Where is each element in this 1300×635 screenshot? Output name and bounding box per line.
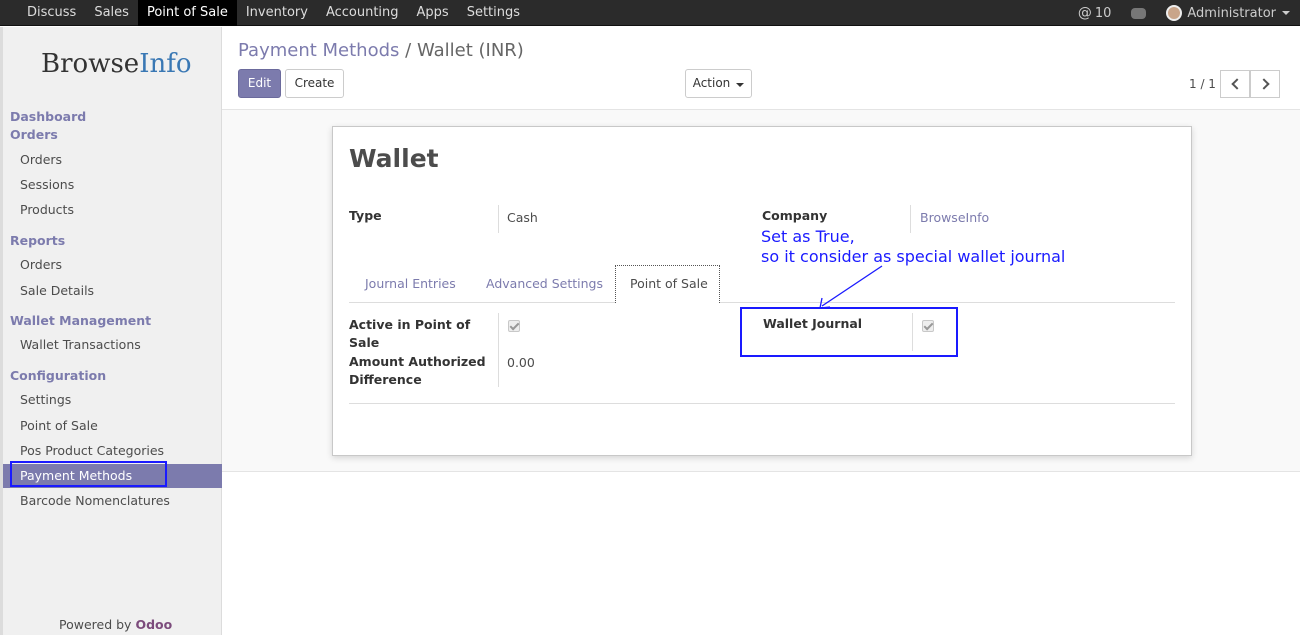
sidebar-section-orders[interactable]: Orders [10, 127, 58, 142]
sidebar-item-products[interactable]: Products [20, 202, 74, 217]
user-name: Administrator [1187, 5, 1276, 21]
chevron-left-icon [1231, 78, 1243, 90]
mentions-button[interactable]: @ 10 [1068, 0, 1122, 26]
menu-apps[interactable]: Apps [408, 0, 458, 26]
form-sheet [332, 126, 1192, 456]
sidebar-item-sessions[interactable]: Sessions [20, 177, 74, 192]
sidebar-section-reports[interactable]: Reports [10, 233, 65, 248]
divider [498, 313, 499, 387]
menu-accounting[interactable]: Accounting [317, 0, 408, 26]
sidebar-item-wallet-transactions[interactable]: Wallet Transactions [20, 337, 141, 352]
pager-next-button[interactable] [1250, 70, 1280, 98]
divider [349, 403, 1175, 404]
menu-sales[interactable]: Sales [85, 0, 138, 26]
avatar [1166, 5, 1183, 21]
type-label: Type [349, 208, 382, 223]
tab-label: Point of Sale [630, 276, 708, 291]
menu-inventory[interactable]: Inventory [237, 0, 317, 26]
highlight-box-sidebar [10, 461, 167, 487]
user-menu[interactable]: Administrator [1156, 0, 1300, 26]
sidebar-item-report-orders[interactable]: Orders [20, 257, 62, 272]
sidebar-item-sale-details[interactable]: Sale Details [20, 283, 94, 298]
active-pos-label: Active in Point of Sale [349, 317, 471, 350]
menu-point-of-sale[interactable]: Point of Sale [137, 0, 237, 26]
edit-button[interactable]: Edit [238, 69, 281, 98]
menu-discuss[interactable]: Discuss [18, 0, 85, 26]
sidebar-section-configuration[interactable]: Configuration [10, 368, 106, 383]
create-button[interactable]: Create [285, 69, 344, 98]
record-title: Wallet [349, 144, 439, 173]
menu-settings[interactable]: Settings [458, 0, 529, 26]
sidebar-item-barcode[interactable]: Barcode Nomenclatures [20, 493, 170, 508]
logo: BrowseInfo [41, 49, 192, 79]
powered-by: Powered by Odoo [59, 617, 173, 632]
systray: @ 10 Administrator [1068, 0, 1300, 26]
chevron-down-icon [1282, 11, 1290, 15]
sidebar-item-settings[interactable]: Settings [20, 392, 71, 407]
amount-difference-value: 0.00 [507, 355, 535, 370]
company-label: Company [762, 208, 828, 223]
mentions-count: 10 [1094, 5, 1112, 21]
breadcrumb: Payment Methods / Wallet (INR) [238, 40, 524, 61]
at-icon: @ [1077, 5, 1092, 21]
sidebar-item-pos-categories[interactable]: Pos Product Categories [20, 443, 164, 458]
active-pos-checkbox[interactable] [508, 320, 520, 332]
tabs-underline [349, 302, 1175, 303]
sidebar-item-point-of-sale[interactable]: Point of Sale [20, 418, 98, 433]
odoo-link[interactable]: Odoo [135, 617, 172, 632]
action-button[interactable]: Action [685, 69, 752, 98]
tab-journal-entries[interactable]: Journal Entries [365, 276, 456, 291]
tab-point-of-sale[interactable]: Point of Sale [615, 265, 720, 303]
pager-previous-button[interactable] [1220, 70, 1250, 98]
sidebar-section-dashboard[interactable]: Dashboard [10, 109, 86, 124]
top-navbar: Discuss Sales Point of Sale Inventory Ac… [0, 0, 1300, 26]
breadcrumb-payment-methods[interactable]: Payment Methods [238, 40, 399, 61]
chevron-down-icon [736, 83, 745, 87]
breadcrumb-separator: / [405, 40, 412, 61]
chat-button[interactable] [1121, 0, 1156, 26]
divider [498, 205, 499, 233]
highlight-box-wallet-journal [740, 307, 958, 357]
breadcrumb-current: Wallet (INR) [416, 40, 524, 61]
annotation-text: Set as True, so it consider as special w… [761, 227, 1066, 266]
sidebar-section-wallet[interactable]: Wallet Management [10, 313, 151, 328]
type-value: Cash [507, 210, 538, 225]
company-link[interactable]: BrowseInfo [920, 210, 989, 225]
tab-advanced-settings[interactable]: Advanced Settings [486, 276, 603, 291]
pager-value: 1 / 1 [1189, 77, 1216, 91]
amount-difference-label: Amount Authorized Difference [349, 354, 486, 387]
sidebar-item-orders[interactable]: Orders [20, 152, 62, 167]
chat-icon [1131, 7, 1147, 19]
sidebar: BrowseInfo Dashboard Orders Orders Sessi… [0, 27, 222, 635]
chevron-right-icon [1258, 78, 1270, 90]
app-menu: Discuss Sales Point of Sale Inventory Ac… [18, 0, 529, 26]
